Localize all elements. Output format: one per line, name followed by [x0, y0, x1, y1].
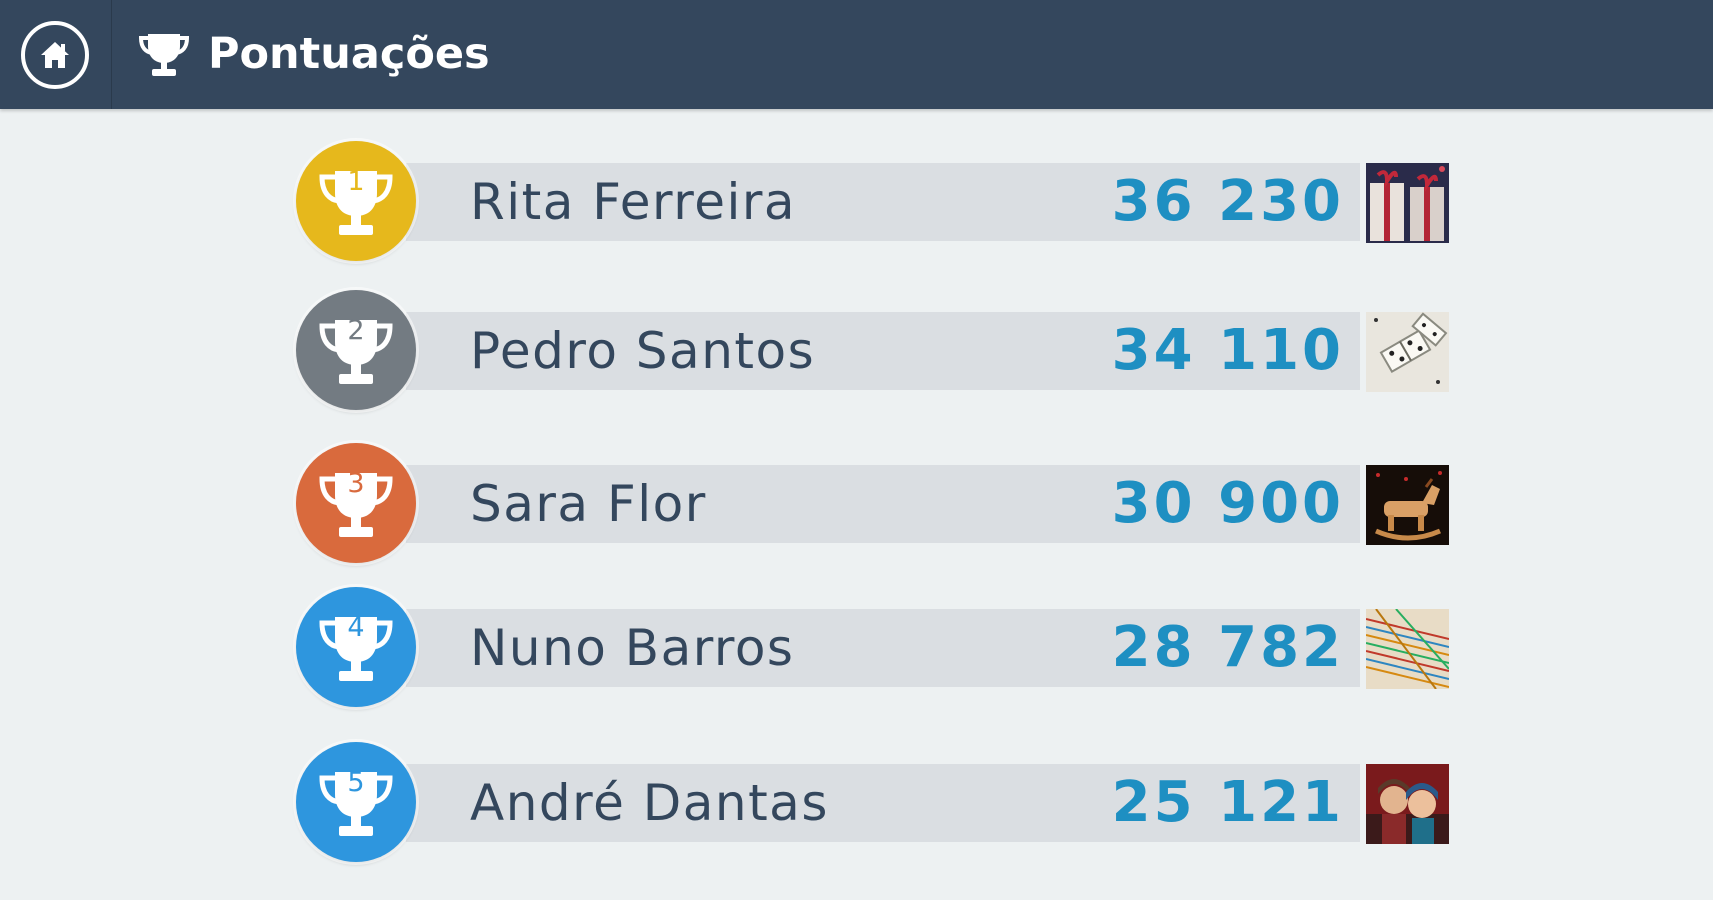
rank-number: 4 — [347, 612, 365, 643]
children-portrait-photo — [1366, 764, 1449, 844]
player-score: 28 782 — [1111, 615, 1344, 680]
player-name: Pedro Santos — [470, 322, 816, 380]
leaderboard-row[interactable]: 2 Pedro Santos 34 110 — [296, 290, 1449, 410]
mikado-sticks-photo — [1366, 609, 1449, 689]
leaderboard-row[interactable]: 1 Rita Ferreira 36 230 — [296, 141, 1449, 261]
rank-badge-2: 2 — [296, 290, 416, 410]
trophy-icon — [319, 772, 393, 836]
rank-badge-3: 3 — [296, 443, 416, 563]
player-name: Rita Ferreira — [470, 173, 797, 231]
rank-number: 3 — [347, 468, 365, 499]
trophy-icon — [319, 473, 393, 537]
player-score: 34 110 — [1111, 318, 1344, 383]
leaderboard-row[interactable]: 3 Sara Flor 30 900 — [296, 443, 1449, 563]
rank-number: 5 — [347, 767, 365, 798]
dominoes-photo — [1366, 312, 1449, 392]
rank-number: 2 — [347, 315, 365, 346]
rank-badge-1: 1 — [296, 141, 416, 261]
player-score: 36 230 — [1111, 169, 1344, 234]
player-name: Sara Flor — [470, 475, 707, 533]
player-name: Nuno Barros — [470, 619, 795, 677]
leaderboard-list: 1 Rita Ferreira 36 230 2 Pedro Santos 34… — [0, 0, 1713, 900]
player-name: André Dantas — [470, 774, 829, 832]
rocking-horse-photo — [1366, 465, 1449, 545]
trophy-icon — [319, 617, 393, 681]
rank-badge-4: 4 — [296, 587, 416, 707]
trophy-icon — [319, 171, 393, 235]
gift-boxes-photo — [1366, 163, 1449, 243]
trophy-icon — [319, 320, 393, 384]
leaderboard-row[interactable]: 4 Nuno Barros 28 782 — [296, 587, 1449, 707]
player-score: 30 900 — [1111, 471, 1344, 536]
rank-badge-5: 5 — [296, 742, 416, 862]
rank-number: 1 — [347, 166, 365, 197]
player-score: 25 121 — [1111, 770, 1344, 835]
leaderboard-row[interactable]: 5 André Dantas 25 121 — [296, 742, 1449, 862]
